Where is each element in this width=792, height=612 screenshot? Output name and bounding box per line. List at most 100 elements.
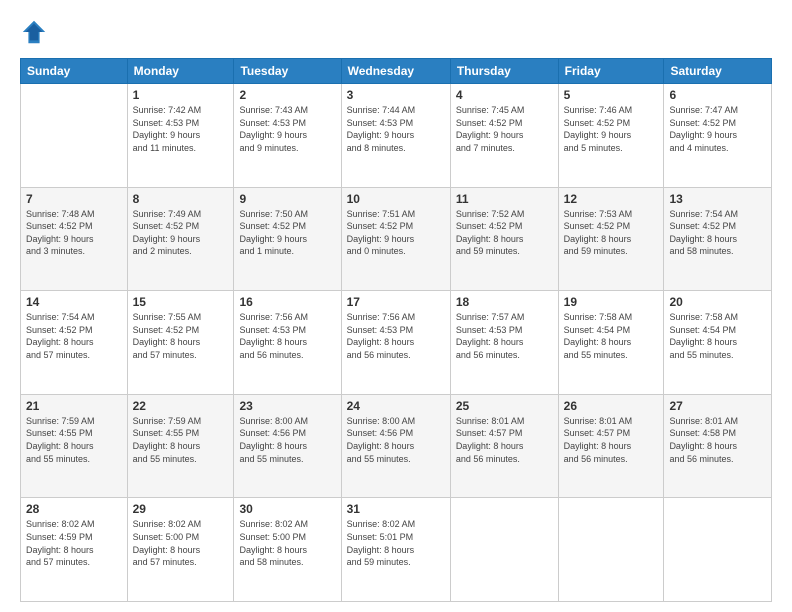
day-info: Sunrise: 7:49 AM Sunset: 4:52 PM Dayligh… — [133, 208, 229, 258]
calendar-cell: 23 Sunrise: 8:00 AM Sunset: 4:56 PM Dayli… — [234, 394, 341, 498]
weekday-tuesday: Tuesday — [234, 59, 341, 84]
day-number: 20 — [669, 295, 766, 309]
day-number: 16 — [239, 295, 335, 309]
week-row-1: 1 Sunrise: 7:42 AM Sunset: 4:53 PM Daylig… — [21, 84, 772, 188]
calendar-cell: 18 Sunrise: 7:57 AM Sunset: 4:53 PM Dayli… — [450, 291, 558, 395]
day-number: 31 — [347, 502, 445, 516]
day-number: 1 — [133, 88, 229, 102]
day-info: Sunrise: 7:59 AM Sunset: 4:55 PM Dayligh… — [26, 415, 122, 465]
calendar-cell: 17 Sunrise: 7:56 AM Sunset: 4:53 PM Dayli… — [341, 291, 450, 395]
calendar-cell — [664, 498, 772, 602]
day-number: 26 — [564, 399, 659, 413]
day-info: Sunrise: 7:56 AM Sunset: 4:53 PM Dayligh… — [347, 311, 445, 361]
calendar-cell — [450, 498, 558, 602]
day-number: 4 — [456, 88, 553, 102]
day-info: Sunrise: 7:44 AM Sunset: 4:53 PM Dayligh… — [347, 104, 445, 154]
day-info: Sunrise: 8:02 AM Sunset: 5:00 PM Dayligh… — [133, 518, 229, 568]
calendar-cell: 3 Sunrise: 7:44 AM Sunset: 4:53 PM Daylig… — [341, 84, 450, 188]
week-row-4: 21 Sunrise: 7:59 AM Sunset: 4:55 PM Dayli… — [21, 394, 772, 498]
weekday-header-row: SundayMondayTuesdayWednesdayThursdayFrid… — [21, 59, 772, 84]
day-number: 14 — [26, 295, 122, 309]
day-number: 6 — [669, 88, 766, 102]
day-number: 15 — [133, 295, 229, 309]
day-info: Sunrise: 7:54 AM Sunset: 4:52 PM Dayligh… — [26, 311, 122, 361]
calendar-cell: 30 Sunrise: 8:02 AM Sunset: 5:00 PM Dayli… — [234, 498, 341, 602]
day-info: Sunrise: 7:43 AM Sunset: 4:53 PM Dayligh… — [239, 104, 335, 154]
day-info: Sunrise: 7:54 AM Sunset: 4:52 PM Dayligh… — [669, 208, 766, 258]
day-number: 17 — [347, 295, 445, 309]
day-number: 9 — [239, 192, 335, 206]
day-info: Sunrise: 7:48 AM Sunset: 4:52 PM Dayligh… — [26, 208, 122, 258]
day-info: Sunrise: 7:56 AM Sunset: 4:53 PM Dayligh… — [239, 311, 335, 361]
calendar-cell: 21 Sunrise: 7:59 AM Sunset: 4:55 PM Dayli… — [21, 394, 128, 498]
day-info: Sunrise: 7:59 AM Sunset: 4:55 PM Dayligh… — [133, 415, 229, 465]
weekday-monday: Monday — [127, 59, 234, 84]
day-number: 13 — [669, 192, 766, 206]
day-info: Sunrise: 7:50 AM Sunset: 4:52 PM Dayligh… — [239, 208, 335, 258]
day-info: Sunrise: 8:02 AM Sunset: 5:01 PM Dayligh… — [347, 518, 445, 568]
calendar-cell: 14 Sunrise: 7:54 AM Sunset: 4:52 PM Dayli… — [21, 291, 128, 395]
day-number: 25 — [456, 399, 553, 413]
day-number: 5 — [564, 88, 659, 102]
week-row-3: 14 Sunrise: 7:54 AM Sunset: 4:52 PM Dayli… — [21, 291, 772, 395]
logo-icon — [20, 18, 48, 46]
day-info: Sunrise: 7:57 AM Sunset: 4:53 PM Dayligh… — [456, 311, 553, 361]
calendar-cell: 11Sunrise: 7:52 AM Sunset: 4:52 PM Dayli… — [450, 187, 558, 291]
page-header — [20, 18, 772, 46]
calendar-cell: 12Sunrise: 7:53 AM Sunset: 4:52 PM Dayli… — [558, 187, 664, 291]
day-number: 18 — [456, 295, 553, 309]
calendar-header: SundayMondayTuesdayWednesdayThursdayFrid… — [21, 59, 772, 84]
calendar-cell: 20 Sunrise: 7:58 AM Sunset: 4:54 PM Dayli… — [664, 291, 772, 395]
day-info: Sunrise: 8:02 AM Sunset: 5:00 PM Dayligh… — [239, 518, 335, 568]
calendar-cell: 29 Sunrise: 8:02 AM Sunset: 5:00 PM Dayli… — [127, 498, 234, 602]
calendar-cell: 28Sunrise: 8:02 AM Sunset: 4:59 PM Dayli… — [21, 498, 128, 602]
calendar-cell: 22 Sunrise: 7:59 AM Sunset: 4:55 PM Dayli… — [127, 394, 234, 498]
day-info: Sunrise: 8:01 AM Sunset: 4:58 PM Dayligh… — [669, 415, 766, 465]
day-number: 29 — [133, 502, 229, 516]
calendar-cell: 9 Sunrise: 7:50 AM Sunset: 4:52 PM Daylig… — [234, 187, 341, 291]
calendar-cell: 2Sunrise: 7:43 AM Sunset: 4:53 PM Daylig… — [234, 84, 341, 188]
calendar-cell: 24 Sunrise: 8:00 AM Sunset: 4:56 PM Dayli… — [341, 394, 450, 498]
calendar-cell: 13 Sunrise: 7:54 AM Sunset: 4:52 PM Dayli… — [664, 187, 772, 291]
weekday-wednesday: Wednesday — [341, 59, 450, 84]
day-number: 23 — [239, 399, 335, 413]
day-number: 27 — [669, 399, 766, 413]
day-info: Sunrise: 8:01 AM Sunset: 4:57 PM Dayligh… — [564, 415, 659, 465]
day-info: Sunrise: 7:45 AM Sunset: 4:52 PM Dayligh… — [456, 104, 553, 154]
day-number: 7 — [26, 192, 122, 206]
weekday-friday: Friday — [558, 59, 664, 84]
calendar-body: 1 Sunrise: 7:42 AM Sunset: 4:53 PM Daylig… — [21, 84, 772, 602]
weekday-thursday: Thursday — [450, 59, 558, 84]
day-number: 3 — [347, 88, 445, 102]
day-info: Sunrise: 7:58 AM Sunset: 4:54 PM Dayligh… — [669, 311, 766, 361]
day-number: 19 — [564, 295, 659, 309]
day-number: 22 — [133, 399, 229, 413]
day-info: Sunrise: 8:00 AM Sunset: 4:56 PM Dayligh… — [239, 415, 335, 465]
calendar-cell: 5Sunrise: 7:46 AM Sunset: 4:52 PM Daylig… — [558, 84, 664, 188]
day-number: 30 — [239, 502, 335, 516]
calendar-cell: 31 Sunrise: 8:02 AM Sunset: 5:01 PM Dayli… — [341, 498, 450, 602]
calendar-cell — [558, 498, 664, 602]
calendar-cell: 6Sunrise: 7:47 AM Sunset: 4:52 PM Daylig… — [664, 84, 772, 188]
day-number: 21 — [26, 399, 122, 413]
calendar-cell: 16 Sunrise: 7:56 AM Sunset: 4:53 PM Dayli… — [234, 291, 341, 395]
day-number: 10 — [347, 192, 445, 206]
week-row-5: 28Sunrise: 8:02 AM Sunset: 4:59 PM Dayli… — [21, 498, 772, 602]
calendar-cell: 8 Sunrise: 7:49 AM Sunset: 4:52 PM Daylig… — [127, 187, 234, 291]
calendar-cell: 10 Sunrise: 7:51 AM Sunset: 4:52 PM Dayli… — [341, 187, 450, 291]
day-info: Sunrise: 7:58 AM Sunset: 4:54 PM Dayligh… — [564, 311, 659, 361]
logo — [20, 18, 52, 46]
day-number: 24 — [347, 399, 445, 413]
day-info: Sunrise: 7:51 AM Sunset: 4:52 PM Dayligh… — [347, 208, 445, 258]
day-info: Sunrise: 7:53 AM Sunset: 4:52 PM Dayligh… — [564, 208, 659, 258]
weekday-saturday: Saturday — [664, 59, 772, 84]
day-info: Sunrise: 8:00 AM Sunset: 4:56 PM Dayligh… — [347, 415, 445, 465]
day-number: 8 — [133, 192, 229, 206]
week-row-2: 7 Sunrise: 7:48 AM Sunset: 4:52 PM Daylig… — [21, 187, 772, 291]
day-number: 28 — [26, 502, 122, 516]
calendar-cell: 7 Sunrise: 7:48 AM Sunset: 4:52 PM Daylig… — [21, 187, 128, 291]
calendar-cell — [21, 84, 128, 188]
calendar-cell: 27 Sunrise: 8:01 AM Sunset: 4:58 PM Dayli… — [664, 394, 772, 498]
day-info: Sunrise: 7:42 AM Sunset: 4:53 PM Dayligh… — [133, 104, 229, 154]
calendar-cell: 25Sunrise: 8:01 AM Sunset: 4:57 PM Dayli… — [450, 394, 558, 498]
